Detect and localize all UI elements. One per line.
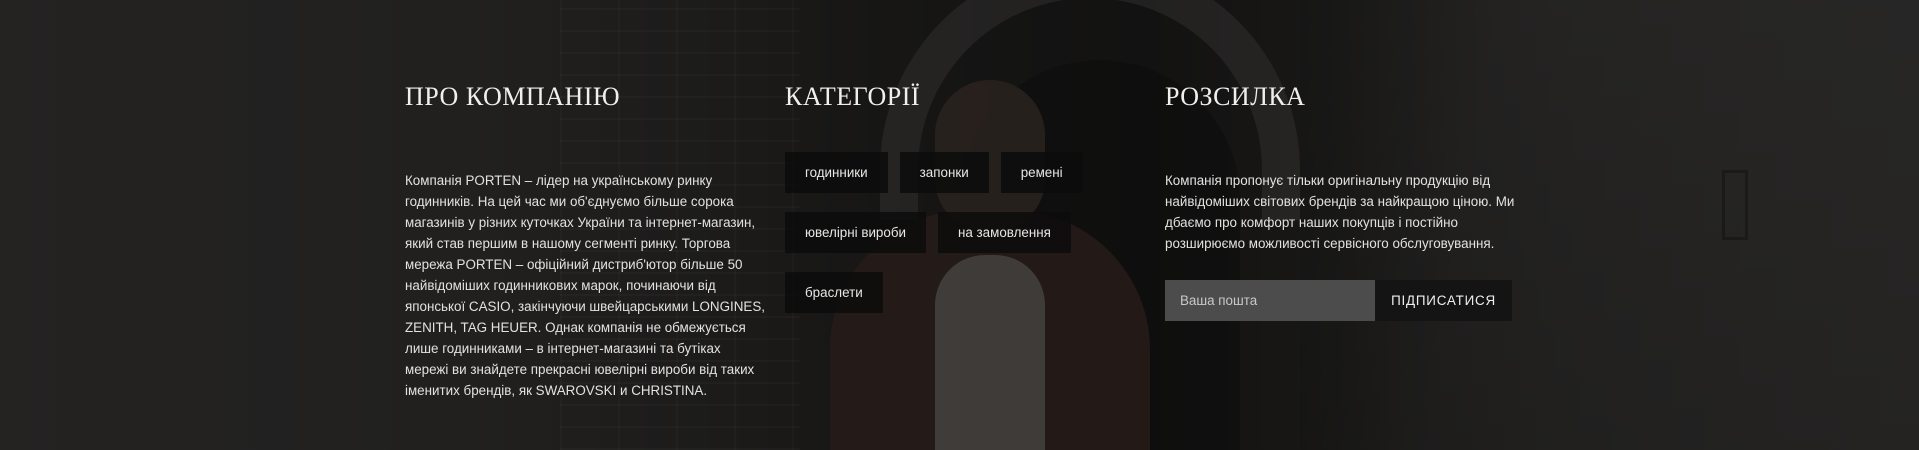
about-description: Компанія PORTEN – лідер на українському … [405, 173, 765, 398]
category-tag-custom-order[interactable]: на замовлення [937, 212, 1071, 253]
newsletter-section: РОЗСИЛКА Компанія пропонує тільки оригін… [1165, 82, 1545, 321]
newsletter-title: РОЗСИЛКА [1165, 82, 1306, 111]
about-company-section: ПРО КОМПАНІЮ Компанія PORTEN – лідер на … [405, 82, 765, 401]
categories-section: КАТЕГОРІЇ годинники запонки ремені ювелі… [785, 82, 1145, 313]
email-input[interactable] [1165, 280, 1375, 321]
newsletter-description: Компанія пропонує тільки оригінальну про… [1165, 173, 1515, 251]
category-tag-bracelets[interactable]: браслети [785, 272, 883, 313]
category-tag-watches[interactable]: годинники [785, 152, 888, 193]
subscribe-button[interactable]: ПІДПИСАТИСЯ [1375, 280, 1512, 321]
about-title: ПРО КОМПАНІЮ [405, 82, 621, 111]
categories-title: КАТЕГОРІЇ [785, 82, 921, 111]
category-tag-cufflinks[interactable]: запонки [899, 152, 989, 193]
category-tag-jewelry[interactable]: ювелірні вироби [785, 212, 926, 253]
footer: ПРО КОМПАНІЮ Компанія PORTEN – лідер на … [0, 0, 1919, 450]
category-tag-list: годинники запонки ремені ювелірні вироби… [785, 152, 1115, 313]
category-tag-belts[interactable]: ремені [1000, 152, 1083, 193]
subscribe-form: ПІДПИСАТИСЯ [1165, 280, 1545, 321]
